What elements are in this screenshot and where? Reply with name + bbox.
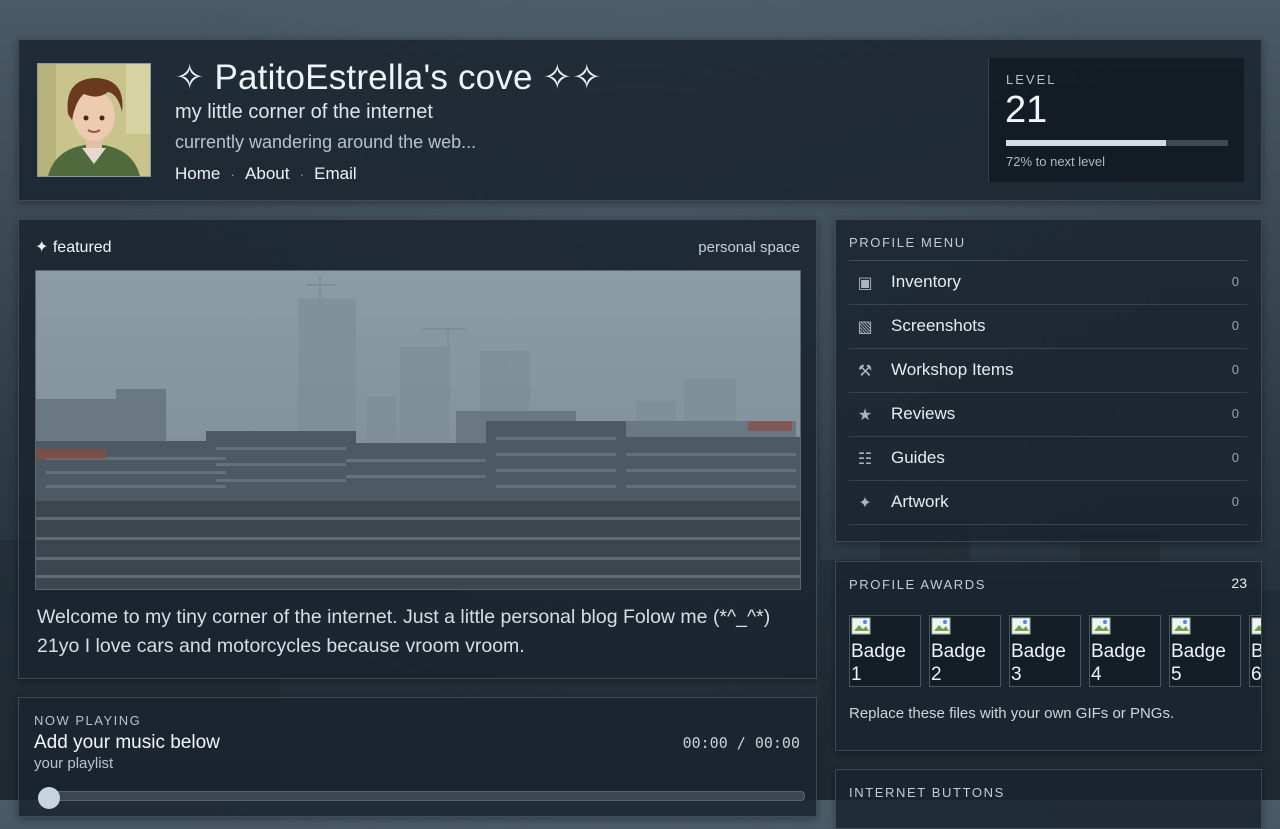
internet-buttons-panel: INTERNET BUTTONS	[835, 769, 1262, 829]
broken-image-icon	[1171, 617, 1191, 635]
menu-item-guides[interactable]: ☷ Guides 0	[849, 437, 1247, 481]
profile-menu-list: ▣ Inventory 0 ▧ Screenshots 0 ⚒ Workshop…	[849, 260, 1247, 525]
badge-item[interactable]: Badge 6	[1249, 615, 1262, 687]
level-value: 21	[1005, 89, 1048, 131]
level-label: LEVEL	[1006, 72, 1057, 87]
now-playing-label: NOW PLAYING	[34, 713, 142, 728]
badge-item[interactable]: Badge 3	[1009, 615, 1081, 687]
badge-label: Badge 6	[1251, 641, 1262, 685]
menu-item-count: 0	[1231, 494, 1239, 509]
menu-item-count: 0	[1231, 406, 1239, 421]
sparkle-icon: ✦	[858, 495, 872, 512]
menu-item-label: Inventory	[891, 272, 961, 291]
track-subtitle: your playlist	[34, 755, 114, 772]
broken-image-icon	[851, 617, 871, 635]
menu-item-artwork[interactable]: ✦ Artwork 0	[849, 481, 1247, 525]
badge-label: Badge 5	[1171, 641, 1226, 685]
menu-item-screenshots[interactable]: ▧ Screenshots 0	[849, 305, 1247, 349]
awards-note: Replace these files with your own GIFs o…	[849, 705, 1175, 722]
featured-description: Welcome to my tiny corner of the interne…	[37, 606, 771, 657]
profile-awards: PROFILE AWARDS 23 Badge 1 Badge 2 Badge …	[835, 561, 1262, 751]
nav-link-email[interactable]: Email	[314, 164, 357, 184]
menu-item-count: 0	[1231, 362, 1239, 377]
badge-item[interactable]: Badge 4	[1089, 615, 1161, 687]
menu-item-label: Guides	[891, 448, 945, 467]
header-nav: Home · About · Email	[175, 164, 357, 184]
badge-item[interactable]: Badge 5	[1169, 615, 1241, 687]
badge-label: Badge 1	[851, 641, 906, 685]
nav-separator: ·	[299, 166, 305, 182]
page-subtitle: my little corner of the internet	[175, 101, 433, 123]
inventory-icon: ▣	[857, 275, 873, 292]
nav-link-about[interactable]: About	[245, 164, 289, 184]
badge-item[interactable]: Badge 2	[929, 615, 1001, 687]
track-title: Add your music below	[34, 732, 220, 753]
menu-item-inventory[interactable]: ▣ Inventory 0	[849, 261, 1247, 305]
menu-item-reviews[interactable]: ★ Reviews 0	[849, 393, 1247, 437]
level-progress-fill	[1006, 140, 1166, 146]
menu-item-label: Screenshots	[891, 316, 986, 335]
badge-item[interactable]: Badge 1	[849, 615, 921, 687]
nav-link-home[interactable]: Home	[175, 164, 220, 184]
level-next-text: 72% to next level	[1006, 154, 1106, 169]
tools-icon: ⚒	[857, 363, 873, 380]
status-text: currently wandering around the web...	[175, 132, 477, 152]
menu-item-count: 0	[1231, 318, 1239, 333]
profile-menu: PROFILE MENU ▣ Inventory 0 ▧ Screenshots…	[835, 219, 1262, 542]
page-title: ✧ PatitoEstrella's cove ✧✧	[175, 58, 602, 97]
menu-item-workshop[interactable]: ⚒ Workshop Items 0	[849, 349, 1247, 393]
featured-heading: ✦ featured	[35, 239, 112, 256]
badge-list: Badge 1 Badge 2 Badge 3 Badge 4 Badge 5 …	[849, 615, 1262, 687]
badge-label: Badge 4	[1091, 641, 1146, 685]
level-progress-bar	[1006, 140, 1228, 146]
menu-item-count: 0	[1231, 274, 1239, 289]
track-time: 00:00 / 00:00	[682, 734, 800, 752]
avatar[interactable]	[37, 63, 151, 177]
internet-buttons-title: INTERNET BUTTONS	[849, 785, 1005, 800]
awards-title: PROFILE AWARDS	[849, 577, 987, 592]
broken-image-icon	[1011, 617, 1031, 635]
profile-menu-title: PROFILE MENU	[849, 235, 966, 250]
broken-image-icon	[1251, 617, 1261, 635]
menu-item-label: Reviews	[891, 404, 956, 423]
screenshots-icon: ▧	[857, 319, 873, 336]
music-player: NOW PLAYING Add your music below your pl…	[18, 697, 817, 817]
featured-panel: ✦ featured personal space Welcome to my …	[18, 219, 817, 679]
featured-image	[35, 270, 801, 590]
awards-count: 23	[1231, 575, 1247, 591]
badge-label: Badge 2	[931, 641, 986, 685]
nav-separator: ·	[230, 166, 236, 182]
broken-image-icon	[1091, 617, 1111, 635]
star-icon: ★	[857, 407, 873, 424]
menu-item-count: 0	[1231, 450, 1239, 465]
level-card: LEVEL 21 72% to next level	[988, 58, 1244, 182]
broken-image-icon	[931, 617, 951, 635]
menu-item-label: Artwork	[891, 492, 949, 511]
profile-header: ✧ PatitoEstrella's cove ✧✧ my little cor…	[18, 39, 1262, 201]
guide-icon: ☷	[857, 451, 873, 468]
badge-label: Badge 3	[1011, 641, 1066, 685]
menu-item-label: Workshop Items	[891, 360, 1014, 379]
seek-handle[interactable]	[38, 787, 60, 809]
featured-tag: personal space	[698, 239, 800, 256]
